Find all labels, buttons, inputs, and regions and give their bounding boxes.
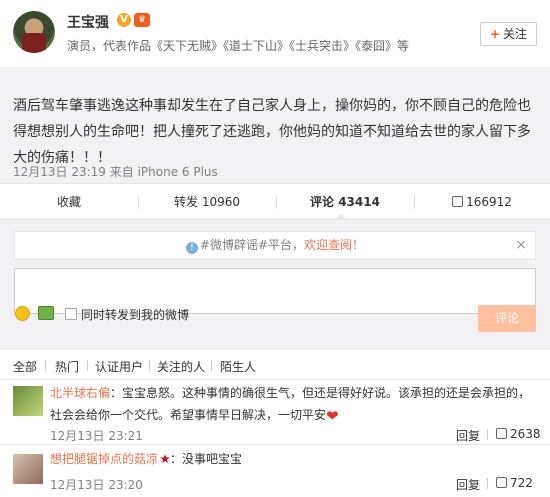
- favorite-button[interactable]: 收藏: [0, 184, 138, 220]
- commenter-avatar[interactable]: [13, 454, 43, 484]
- tab-verified[interactable]: 认证用户: [95, 358, 143, 375]
- comment-item: 想把腿锯掉点的菇凉 ：没事吧宝宝 12月13日 23:20 回复 722: [0, 445, 550, 497]
- commenter-avatar[interactable]: [13, 386, 43, 416]
- repost-checkbox-label: 同时转发到我的微博: [81, 308, 190, 322]
- user-description: 演员，代表作品《天下无贼》《道士下山》《士兵突击》《泰囧》等: [67, 39, 410, 53]
- post-text: 酒后驾车肇事逃逸这种事却发生在了自己家人身上，操你妈的，你不顾自己的危险也得想想…: [13, 98, 531, 166]
- repost-checkbox[interactable]: [65, 308, 77, 320]
- comment-like-count: 722: [510, 476, 533, 490]
- comment-item: 北半球右偏：宝宝息怒。这种事情的确很生气，但还是得好好说。该承担的还是会承担的，…: [0, 380, 550, 445]
- reply-button[interactable]: 回复: [456, 427, 480, 444]
- follow-button[interactable]: + 关注: [480, 22, 537, 46]
- comment-like-count: 2638: [510, 427, 541, 441]
- tab-divider: [87, 360, 88, 371]
- tab-hot[interactable]: 热门: [55, 358, 79, 375]
- info-icon: !: [185, 242, 198, 254]
- image-icon[interactable]: [38, 306, 54, 320]
- tab-divider: [45, 360, 46, 371]
- commenter-name[interactable]: 想把腿锯掉点的菇凉: [50, 452, 158, 466]
- follow-label: 关注: [503, 27, 528, 41]
- divider: [487, 429, 488, 440]
- emoji-icon[interactable]: [15, 306, 30, 321]
- commenter-name[interactable]: 北半球右偏: [50, 386, 110, 400]
- tab-divider: [149, 360, 150, 371]
- comment-time: 12月13日 23:20: [50, 478, 143, 492]
- username[interactable]: 王宝强: [67, 12, 109, 32]
- tab-all[interactable]: 全部: [13, 358, 37, 375]
- submit-comment-button[interactable]: 评论: [478, 305, 536, 332]
- heart-icon: ❤: [326, 407, 339, 425]
- comment-filter-tabs: 全部 热门 认证用户 关注的人 陌生人: [0, 350, 550, 380]
- repost-button[interactable]: 转发 10960: [138, 184, 276, 220]
- plus-icon: +: [489, 27, 501, 41]
- notice-tag[interactable]: #微博辟谣#平台，: [200, 238, 304, 252]
- comment-like-button[interactable]: 722: [496, 476, 533, 490]
- thumbs-up-icon: [496, 477, 507, 488]
- comment-content: ：宝宝息怒。这种事情的确很生气，但还是得好好说。该承担的还是会承担的，社会会给你…: [50, 386, 531, 422]
- vip-crown-icon: ♛: [134, 13, 150, 27]
- comment-text: 想把腿锯掉点的菇凉 ：没事吧宝宝: [50, 448, 540, 470]
- tab-following[interactable]: 关注的人: [157, 358, 205, 375]
- post-body: 酒后驾车肇事逃逸这种事却发生在了自己家人身上，操你妈的，你不顾自己的危险也得想想…: [0, 67, 550, 183]
- notice-link[interactable]: 欢迎查阅！: [304, 238, 364, 252]
- comment-time: 12月13日 23:21: [50, 429, 143, 443]
- comment-text: 北半球右偏：宝宝息怒。这种事情的确很生气，但还是得好好说。该承担的还是会承担的，…: [50, 382, 540, 427]
- medal-icon: [160, 454, 170, 464]
- comment-like-button[interactable]: 2638: [496, 427, 541, 441]
- profile-header: 王宝强 V ♛ 演员，代表作品《天下无贼》《道士下山》《士兵突击》《泰囧》等 +…: [0, 0, 550, 67]
- tab-strangers[interactable]: 陌生人: [220, 358, 256, 375]
- like-count: 166912: [466, 195, 512, 209]
- action-bar: 收藏 转发 10960 评论 43414 166912: [0, 183, 550, 220]
- comment-content: ：没事吧宝宝: [170, 452, 243, 466]
- verified-badge-icon: V: [117, 13, 131, 27]
- post-meta: 12月13日 23:19 来自 iPhone 6 Plus: [13, 165, 218, 179]
- thumbs-up-icon: [452, 196, 464, 207]
- like-button[interactable]: 166912: [414, 184, 550, 220]
- tab-divider: [211, 360, 212, 371]
- close-icon[interactable]: ×: [515, 232, 527, 259]
- rumor-notice: ! #微博辟谣#平台，欢迎查阅！ ×: [14, 231, 536, 260]
- comment-composer: ! #微博辟谣#平台，欢迎查阅！ ×: [0, 220, 550, 350]
- reply-button[interactable]: 回复: [456, 476, 480, 493]
- user-avatar[interactable]: [13, 11, 55, 53]
- divider: [487, 478, 488, 489]
- thumbs-up-icon: [496, 428, 507, 439]
